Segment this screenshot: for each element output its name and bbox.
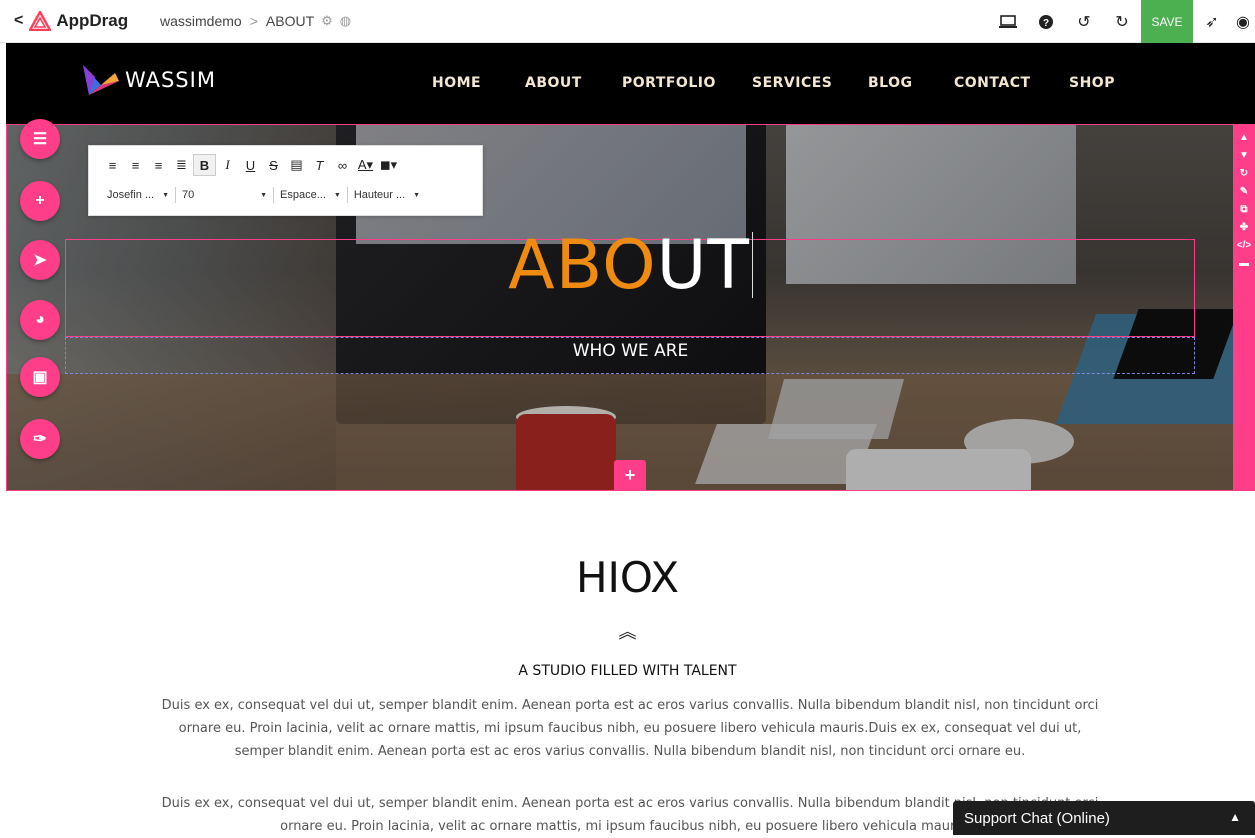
link-icon[interactable]: ∞ xyxy=(331,154,354,176)
trash-icon[interactable]: ▬ xyxy=(1233,254,1255,272)
line-height-value: Hauteur ... xyxy=(353,189,406,201)
arrow-up-icon[interactable]: ▲ xyxy=(1233,128,1255,146)
chevron-down-icon: ▼ xyxy=(413,191,421,199)
align-left-icon[interactable]: ≡ xyxy=(101,154,124,176)
brand[interactable]: < AppDrag xyxy=(0,0,150,43)
paste-text-icon[interactable]: ▤ xyxy=(285,154,308,176)
strikethrough-button[interactable]: S xyxy=(262,154,285,176)
copy-icon[interactable]: ⧉ xyxy=(1233,200,1255,218)
double-chevron-up-icon: ︽ xyxy=(618,622,637,642)
font-family-select[interactable]: Josefin ... ▼ xyxy=(107,189,169,201)
chevron-down-icon: ▼ xyxy=(333,191,341,199)
editor-toolbar: < AppDrag wassimdemo > ABOUT ⚙ ◍ ? ↺ ↻ S… xyxy=(0,0,1255,43)
breadcrumb-separator: > xyxy=(249,13,258,29)
rocket-icon[interactable]: ➤ xyxy=(20,240,60,280)
globe-icon[interactable]: ◍ xyxy=(340,13,351,29)
breadcrumb-page[interactable]: ABOUT xyxy=(266,13,314,29)
arrow-down-icon[interactable]: ▼ xyxy=(1233,146,1255,164)
wrench-icon[interactable]: ✑ xyxy=(20,419,60,459)
site-menu: HOME ABOUT PORTFOLIO SERVICES BLOG CONTA… xyxy=(6,75,1255,95)
save-button[interactable]: SAVE xyxy=(1141,0,1193,43)
font-size-select[interactable]: 70 ▼ xyxy=(182,189,267,201)
nav-home[interactable]: HOME xyxy=(432,75,481,91)
underline-button[interactable]: U xyxy=(239,154,262,176)
nav-contact[interactable]: CONTACT xyxy=(954,75,1031,91)
brush-icon[interactable]: ✎ xyxy=(1233,182,1255,200)
font-size-value: 70 xyxy=(182,189,195,201)
brand-name: AppDrag xyxy=(56,11,129,30)
clear-format-icon[interactable]: T xyxy=(308,154,331,176)
globe-fab-icon[interactable]: ◕ xyxy=(20,300,60,340)
toolbar-actions: ? ↺ ↻ SAVE ➶ ◉ xyxy=(989,0,1255,43)
background-color-icon[interactable]: ◼▾ xyxy=(377,154,400,176)
letter-spacing-value: Espace... xyxy=(280,189,326,201)
text-color-icon[interactable]: A▾ xyxy=(354,154,377,176)
group-icon[interactable]: ✤ xyxy=(1233,218,1255,236)
nav-about[interactable]: ABOUT xyxy=(525,75,582,91)
align-right-icon[interactable]: ≡ xyxy=(147,154,170,176)
list-icon[interactable]: ☰ xyxy=(20,119,60,159)
content-subtitle[interactable]: A STUDIO FILLED WITH TALENT xyxy=(0,663,1255,679)
format-row: ≡ ≡ ≡ ≣ B I U S ▤ T ∞ A▾ ◼▾ xyxy=(101,154,400,176)
breadcrumb-site[interactable]: wassimdemo xyxy=(160,13,242,29)
code-icon[interactable]: </> xyxy=(1233,236,1255,254)
align-center-icon[interactable]: ≡ xyxy=(124,154,147,176)
redo-icon[interactable]: ↻ xyxy=(1103,0,1141,43)
chevron-up-icon[interactable]: ▲ xyxy=(1229,810,1241,824)
chevron-down-icon: ▼ xyxy=(260,191,268,199)
add-icon[interactable]: + xyxy=(20,181,60,221)
block-actions-strip: ▲ ▼ ↻ ✎ ⧉ ✤ </> ▬ xyxy=(1233,124,1255,491)
undo-icon[interactable]: ↺ xyxy=(1065,0,1103,43)
bold-button[interactable]: B xyxy=(193,154,216,176)
gear-icon[interactable]: ⚙ xyxy=(321,13,333,29)
appdrag-logo-icon xyxy=(29,11,52,31)
content-title[interactable]: HIOX xyxy=(0,553,1255,602)
support-chat-label: Support Chat (Online) xyxy=(964,809,1110,827)
hero-subtitle[interactable]: WHO WE ARE xyxy=(6,341,1255,361)
send-icon[interactable]: ➶ xyxy=(1193,0,1231,43)
align-justify-icon[interactable]: ≣ xyxy=(170,154,193,176)
divider xyxy=(273,187,275,203)
text-caret xyxy=(751,232,753,298)
support-chat-bar[interactable]: Support Chat (Online) ▲ xyxy=(953,801,1255,835)
nav-blog[interactable]: BLOG xyxy=(868,75,913,91)
nav-shop[interactable]: SHOP xyxy=(1069,75,1115,91)
hero-title[interactable]: ABOUT xyxy=(6,226,1255,305)
archive-icon[interactable]: ▣ xyxy=(20,357,60,397)
line-height-select[interactable]: Hauteur ... ▼ xyxy=(354,189,420,201)
help-icon[interactable]: ? xyxy=(1027,0,1065,43)
divider xyxy=(346,187,348,203)
content-paragraph-1[interactable]: Duis ex ex, consequat vel dui ut, semper… xyxy=(160,694,1100,763)
refresh-icon[interactable]: ↻ xyxy=(1233,164,1255,182)
monitor-icon[interactable] xyxy=(989,0,1027,43)
nav-services[interactable]: SERVICES xyxy=(752,75,832,91)
hero-title-rest[interactable]: UT xyxy=(657,226,750,305)
back-icon[interactable]: < xyxy=(14,12,23,30)
eye-icon[interactable]: ◉ xyxy=(1231,0,1255,43)
hero-title-accent[interactable]: ABO xyxy=(508,226,657,305)
breadcrumb: wassimdemo > ABOUT ⚙ ◍ xyxy=(150,13,351,29)
svg-text:?: ? xyxy=(1043,18,1049,29)
letter-spacing-select[interactable]: Espace... ▼ xyxy=(280,189,341,201)
font-settings-row: Josefin ... ▼ 70 ▼ Espace... ▼ Hauteur ... ▼ xyxy=(107,184,420,206)
nav-portfolio[interactable]: PORTFOLIO xyxy=(622,75,716,91)
add-section-button[interactable]: + xyxy=(614,460,646,491)
chevron-down-icon: ▼ xyxy=(162,191,170,199)
font-family-value: Josefin ... xyxy=(107,189,155,201)
site-header: WASSIM HOME ABOUT PORTFOLIO SERVICES BLO… xyxy=(6,43,1255,124)
divider xyxy=(175,187,177,203)
italic-button[interactable]: I xyxy=(216,154,239,176)
text-format-toolbar: ≡ ≡ ≡ ≣ B I U S ▤ T ∞ A▾ ◼▾ Josefin ... ▼… xyxy=(88,145,483,216)
